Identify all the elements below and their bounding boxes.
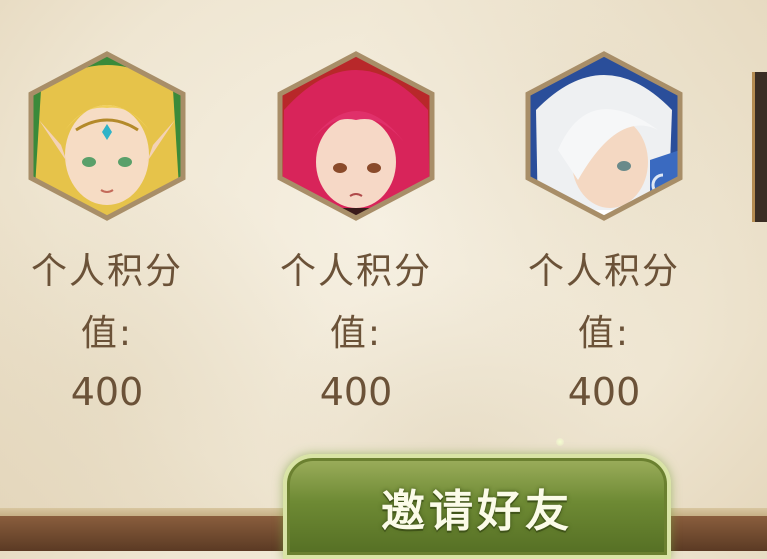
score-label: 个人积分 [279,251,432,292]
score-label-suffix: 值: [80,313,134,354]
elf-heroine-portrait[interactable] [21,50,193,222]
score-value: 400 [70,370,144,414]
score-label: 个人积分 [527,251,680,292]
score-label-suffix: 值: [329,313,383,354]
invite-friends-label: 邀请好友 [381,485,573,537]
score-value: 400 [567,370,641,414]
white-hair-hero-portrait[interactable] [518,50,690,222]
invite-friends-button[interactable]: 邀请好友 [283,454,671,559]
friend-card-1: 个人积分 值: 400 [7,0,207,430]
friend-card-3: 个人积分 值: 400 [504,0,704,430]
next-card-edge [752,72,767,222]
score-label: 个人积分 [30,251,183,292]
friend-card-2: 个人积分 值: 400 [256,0,456,430]
sparkle-icon [556,438,564,446]
red-hair-heroine-portrait[interactable] [270,50,442,222]
score-value: 400 [319,370,393,414]
score-label-suffix: 值: [577,313,631,354]
